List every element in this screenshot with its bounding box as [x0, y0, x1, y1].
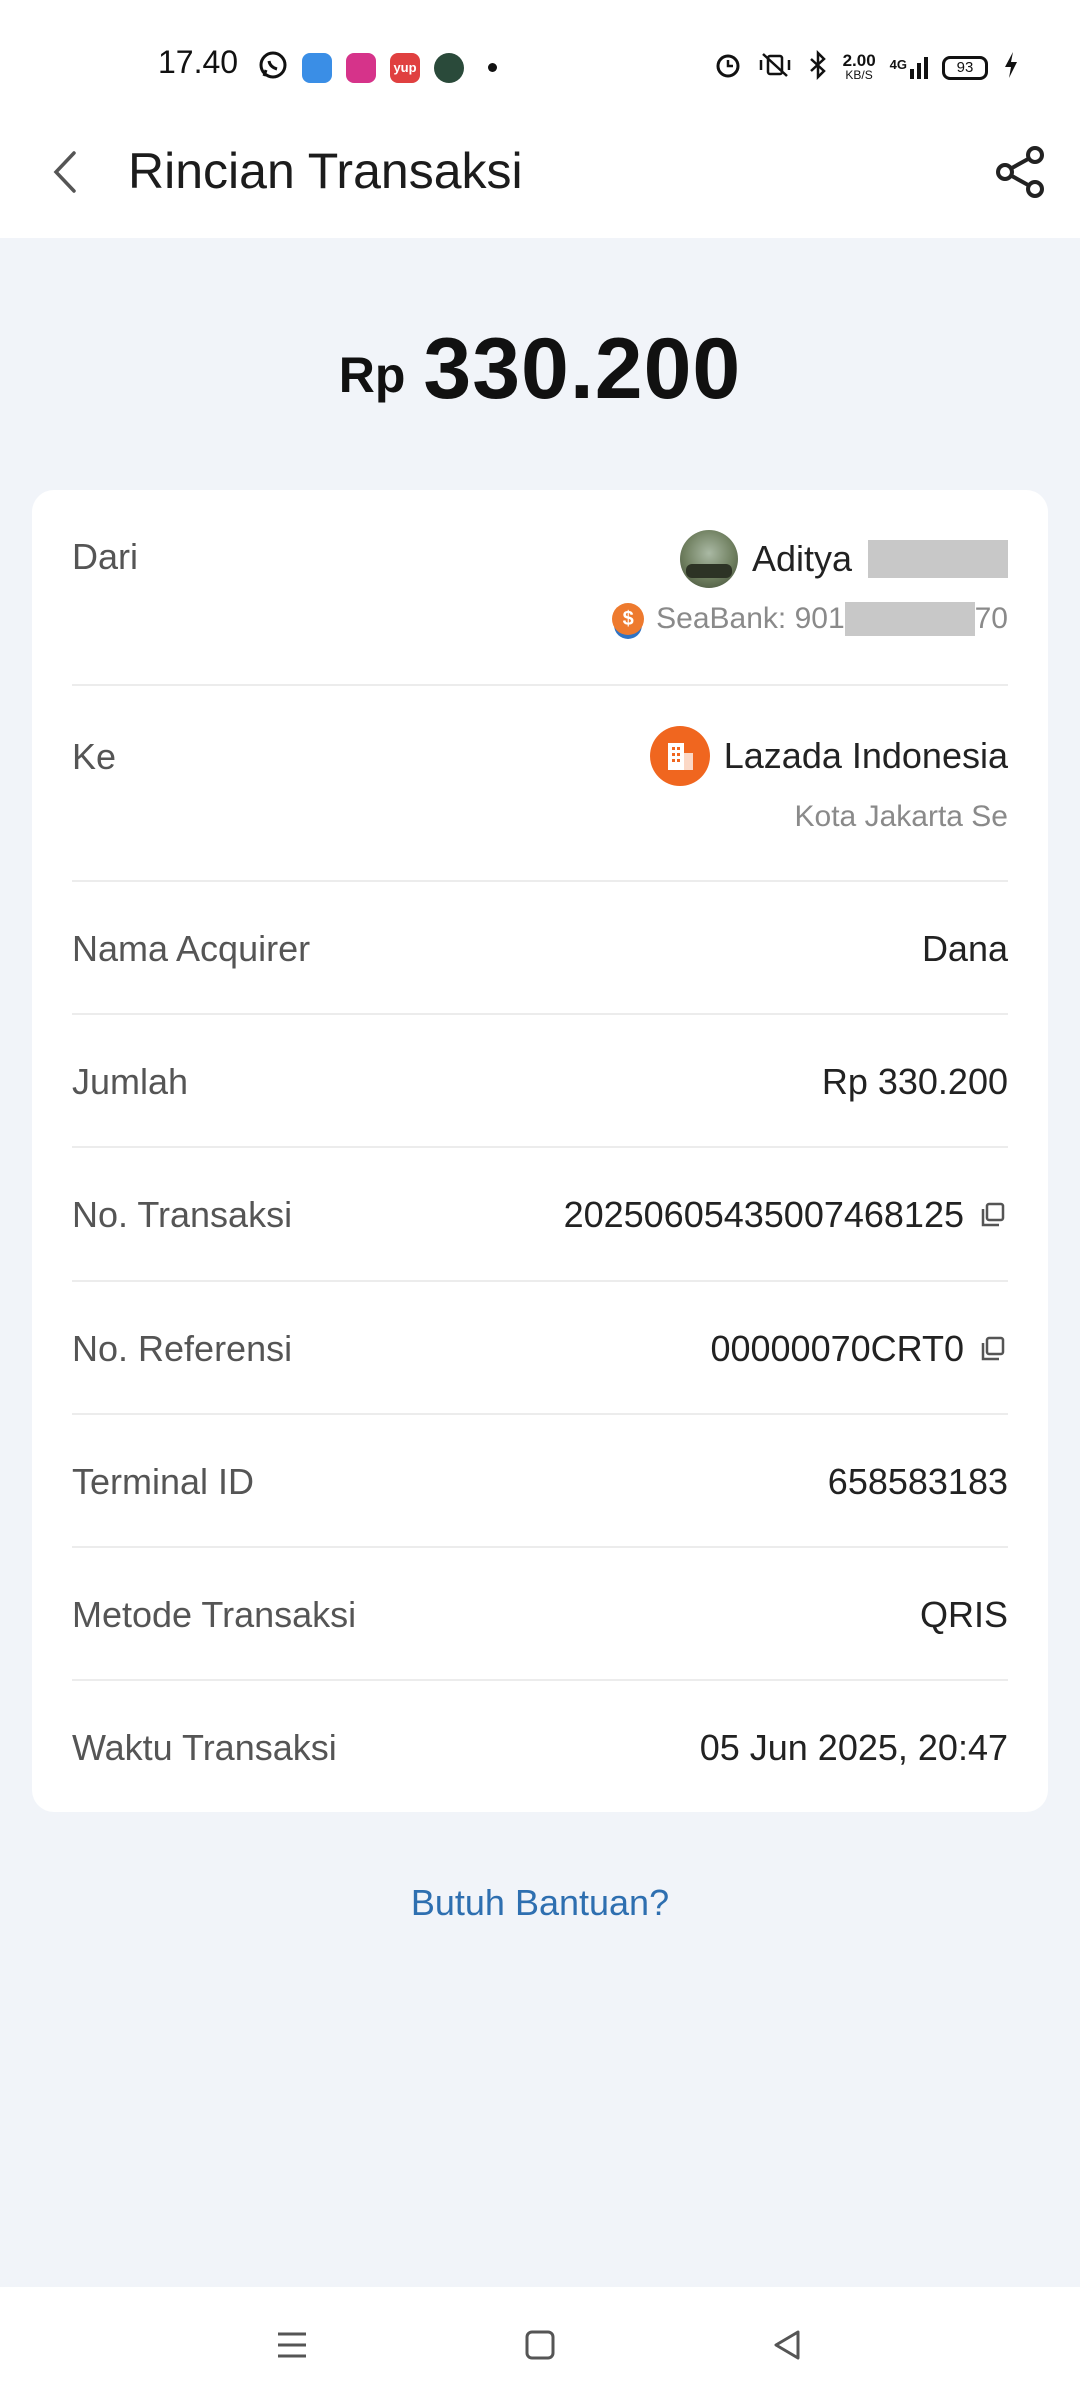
sender-avatar [679, 530, 738, 588]
system-navigation-bar [0, 2287, 1080, 2400]
sender-bank: $ SeaBank: 901 70 [612, 602, 1008, 636]
copy-transaction-number-icon[interactable] [978, 1200, 1008, 1230]
vibrate-mute-icon [757, 50, 793, 85]
status-time: 17.40 [158, 44, 239, 80]
from-label: Dari [72, 536, 139, 577]
transaction-time-label: Waktu Transaksi [72, 1727, 337, 1768]
acquirer-label: Nama Acquirer [72, 928, 311, 969]
app-header: Rincian Transaksi [0, 120, 1080, 238]
seabank-icon: $ [612, 603, 645, 635]
amount-label: Jumlah [72, 1061, 189, 1102]
help-link[interactable]: Butuh Bantuan? [0, 1882, 1080, 1924]
bank-account-suffix: 70 [974, 602, 1008, 635]
home-button[interactable] [510, 2315, 570, 2375]
transaction-number-label: No. Transaksi [72, 1194, 293, 1235]
chevron-left-icon [53, 151, 76, 193]
sender: Aditya [679, 530, 1008, 588]
amount-detail-value: Rp 330.200 [821, 1061, 1008, 1102]
redacted-account [844, 602, 975, 636]
page-title: Rincian Transaksi [128, 143, 523, 199]
row-transaction-method: Metode Transaksi QRIS [72, 1548, 1008, 1681]
network-type: 4G [889, 56, 907, 72]
row-from: Dari Aditya $ SeaBank: 901 70 [72, 490, 1008, 686]
system-back-button[interactable] [758, 2315, 818, 2375]
row-transaction-time: Waktu Transaksi 05 Jun 2025, 20:47 [72, 1681, 1008, 1812]
terminal-id-label: Terminal ID [72, 1461, 255, 1502]
row-reference-number: No. Referensi 00000070CRT0 [72, 1282, 1008, 1415]
to-label: Ke [72, 736, 117, 777]
transaction-number: 20250605435007468125 [564, 1194, 1008, 1236]
row-terminal-id: Terminal ID 658583183 [72, 1415, 1008, 1548]
share-icon [996, 146, 1044, 198]
amount-currency: Rp [338, 347, 406, 403]
share-button[interactable] [990, 142, 1050, 202]
amount-value: 330.200 [423, 321, 742, 417]
app-green-icon [434, 52, 464, 83]
reference-number: 00000070CRT0 [710, 1328, 1008, 1370]
whatsapp-icon [258, 50, 288, 85]
status-app-icons: yup [258, 50, 497, 85]
network-speed: 2.00 KB/S [842, 50, 876, 83]
transaction-method-value: QRIS [919, 1594, 1008, 1635]
acquirer-value: Dana [921, 928, 1008, 969]
app-blue-icon [302, 52, 332, 83]
app-pink-icon [346, 52, 376, 83]
recipient-name: Lazada Indonesia [723, 735, 1008, 776]
transaction-time-value: 05 Jun 2025, 20:47 [699, 1727, 1008, 1768]
notification-dot-icon [488, 63, 497, 72]
copy-reference-number-icon[interactable] [978, 1334, 1008, 1364]
status-bar: 17.40 yup 2.00 KB/S 4G 93 [0, 0, 1080, 135]
transaction-number-value: 20250605435007468125 [563, 1194, 964, 1235]
status-right: 2.00 KB/S 4G 93 [713, 49, 1020, 85]
redacted-name [868, 540, 1008, 578]
menu-icon [278, 2332, 306, 2358]
row-transaction-number: No. Transaksi 20250605435007468125 [72, 1148, 1008, 1282]
terminal-id-value: 658583183 [827, 1461, 1008, 1502]
recipient: Lazada Indonesia [649, 726, 1008, 786]
bank-account-prefix: SeaBank: 901 [656, 602, 845, 635]
battery-icon: 93 [942, 55, 988, 80]
speed-value: 2.00 [842, 50, 876, 70]
reference-number-label: No. Referensi [72, 1328, 293, 1369]
alarm-icon [713, 50, 743, 85]
charging-icon [1002, 50, 1020, 85]
recent-apps-button[interactable] [262, 2315, 322, 2375]
app-yup-icon: yup [390, 52, 420, 83]
bluetooth-icon [807, 49, 829, 85]
transaction-amount: Rp 330.200 [0, 320, 1080, 419]
speed-unit: KB/S [845, 67, 873, 82]
app-yup-label: yup [393, 60, 417, 75]
back-triangle-icon [774, 2330, 800, 2360]
transaction-details-card: Dari Aditya $ SeaBank: 901 70 Ke Lazada … [32, 490, 1048, 1812]
back-button[interactable] [40, 142, 90, 202]
row-to: Ke Lazada Indonesia Kota Jakarta Se [72, 686, 1008, 882]
reference-number-value: 00000070CRT0 [710, 1328, 964, 1369]
recipient-location: Kota Jakarta Se [794, 800, 1008, 833]
merchant-building-icon [649, 726, 710, 786]
home-square-icon [525, 2330, 555, 2360]
battery-level: 93 [956, 59, 974, 76]
transaction-method-label: Metode Transaksi [72, 1594, 357, 1635]
signal-icon: 4G [889, 56, 928, 79]
sender-name: Aditya [751, 538, 852, 579]
help-link-label: Butuh Bantuan? [410, 1882, 670, 1923]
row-amount: Jumlah Rp 330.200 [72, 1015, 1008, 1148]
row-acquirer: Nama Acquirer Dana [72, 882, 1008, 1015]
